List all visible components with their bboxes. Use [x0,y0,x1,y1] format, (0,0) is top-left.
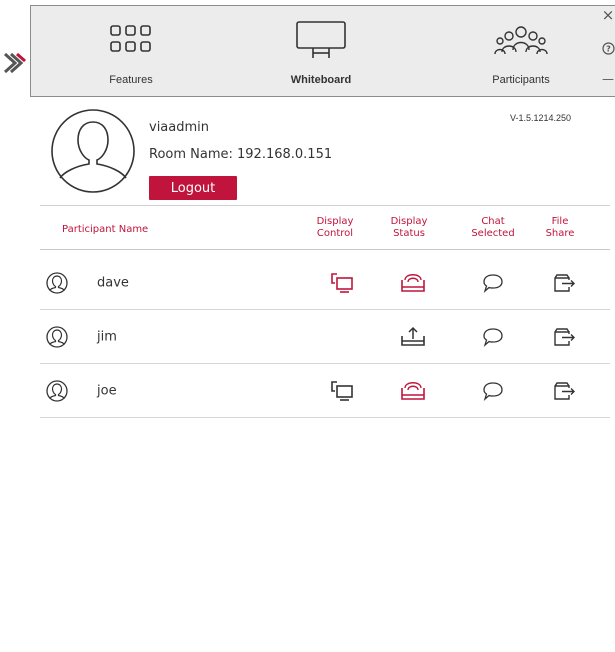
participant-avatar-icon [46,271,68,294]
participants-list: dave jim joe [40,256,610,418]
minimize-button[interactable]: — [601,72,615,86]
column-display-control: Display Control [310,216,360,240]
column-display-status-line2: Status [393,228,425,239]
participant-row: jim [40,310,610,364]
file-share-icon[interactable] [553,326,577,348]
help-button[interactable]: ? [601,40,615,59]
participant-avatar-icon [46,325,68,348]
file-share-icon[interactable] [553,380,577,402]
features-grid-icon [110,25,151,52]
column-chat-selected-line1: Chat [481,216,505,227]
participant-name: jim [97,329,117,344]
user-avatar-icon [51,109,135,193]
display-control-icon[interactable] [328,272,354,294]
column-chat-selected-line2: Selected [471,228,515,239]
participants-icon [494,26,548,55]
username: viaadmin [149,120,210,135]
close-button[interactable]: × [601,6,615,24]
participant-row: dave [40,256,610,310]
display-status-streaming-icon[interactable] [400,380,426,402]
file-share-icon[interactable] [553,272,577,294]
participants-button[interactable]: Participants [451,6,591,96]
column-file-share-line1: File [551,216,569,227]
whiteboard-label: Whiteboard [290,74,352,86]
column-participant-name: Participant Name [62,224,149,235]
via-logo-icon [3,52,26,74]
chat-bubble-icon[interactable] [481,326,505,348]
logout-button[interactable]: Logout [149,176,237,200]
brand-strip [0,0,30,96]
column-file-share: File Share [540,216,580,240]
participants-label: Participants [492,74,550,86]
top-toolbar: Features Whiteboard Participants × ? — [30,5,615,97]
participant-avatar-icon [46,379,68,402]
display-status-streaming-icon[interactable] [400,272,426,294]
participant-row: joe [40,364,610,418]
column-display-status-line1: Display [390,216,428,227]
participant-name: joe [97,383,117,398]
chat-bubble-icon[interactable] [481,272,505,294]
chat-bubble-icon[interactable] [481,380,505,402]
whiteboard-button[interactable]: Whiteboard [261,6,381,96]
version-label: V-1.5.1214.250 [510,113,572,123]
help-glyph: ? [606,45,611,54]
column-file-share-line2: Share [545,228,575,239]
features-button[interactable]: Features [71,6,191,96]
display-control-icon[interactable] [328,380,354,402]
help-icon: ? [601,42,615,55]
column-display-control-line2: Control [316,228,354,239]
display-status-upload-icon[interactable] [400,326,426,348]
participant-name: dave [97,275,129,290]
column-display-status: Display Status [384,216,434,240]
participants-table-header: Participant Name Display Control Display… [40,205,610,250]
features-label: Features [109,74,153,86]
column-chat-selected: Chat Selected [467,216,519,240]
column-display-control-line1: Display [316,216,354,227]
whiteboard-icon [296,21,346,58]
room-name: Room Name: 192.168.0.151 [149,147,333,162]
